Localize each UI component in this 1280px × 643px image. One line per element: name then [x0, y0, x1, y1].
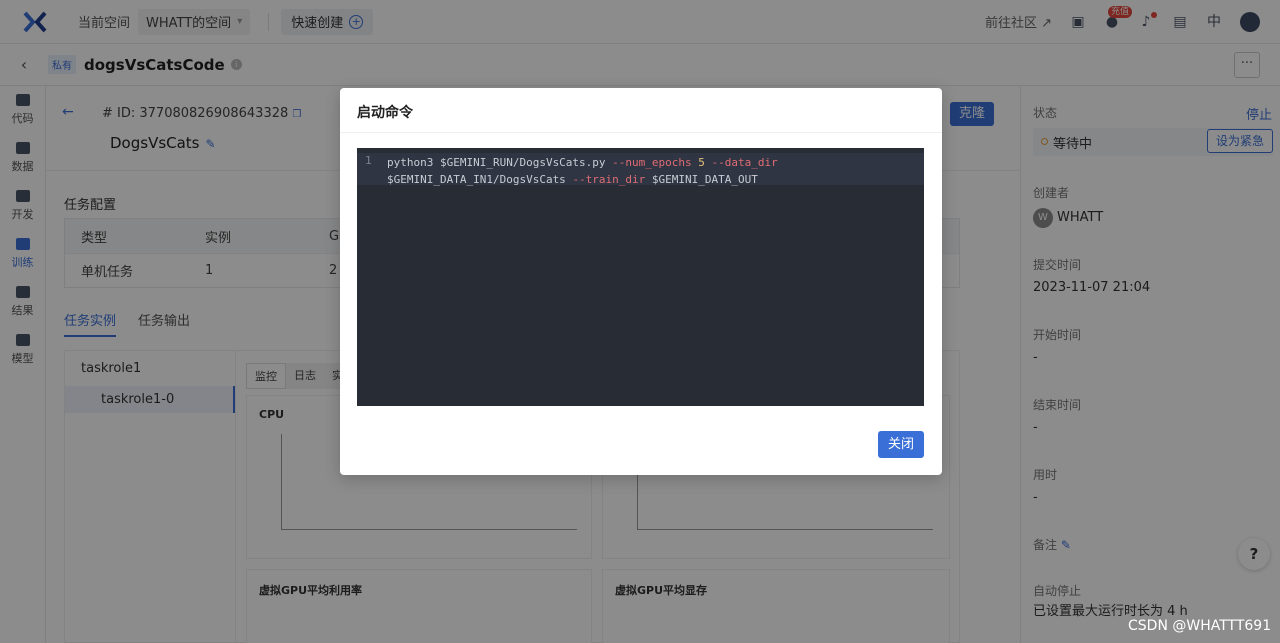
code-number: 5: [691, 156, 712, 169]
watermark: CSDN @WHATTT691: [1128, 618, 1272, 634]
close-button[interactable]: 关闭: [878, 431, 924, 458]
code-segment: python3 $GEMINI_RUN/DogsVsCats.py: [387, 156, 613, 169]
code-segment: $GEMINI_DATA_OUT: [645, 173, 758, 186]
modal-divider: [340, 132, 942, 133]
command-text: python3 $GEMINI_RUN/DogsVsCats.py --num_…: [387, 154, 778, 188]
start-command-modal: 启动命令 1 python3 $GEMINI_RUN/DogsVsCats.py…: [340, 88, 942, 475]
line-number: 1: [365, 154, 372, 167]
modal-title: 启动命令: [357, 105, 413, 121]
code-flag: --data_dir: [711, 156, 778, 169]
code-editor[interactable]: 1 python3 $GEMINI_RUN/DogsVsCats.py --nu…: [357, 148, 924, 406]
code-flag: --num_epochs: [612, 156, 692, 169]
code-segment: $GEMINI_DATA_IN1/DogsVsCats: [387, 173, 573, 186]
code-flag: --train_dir: [572, 173, 646, 186]
